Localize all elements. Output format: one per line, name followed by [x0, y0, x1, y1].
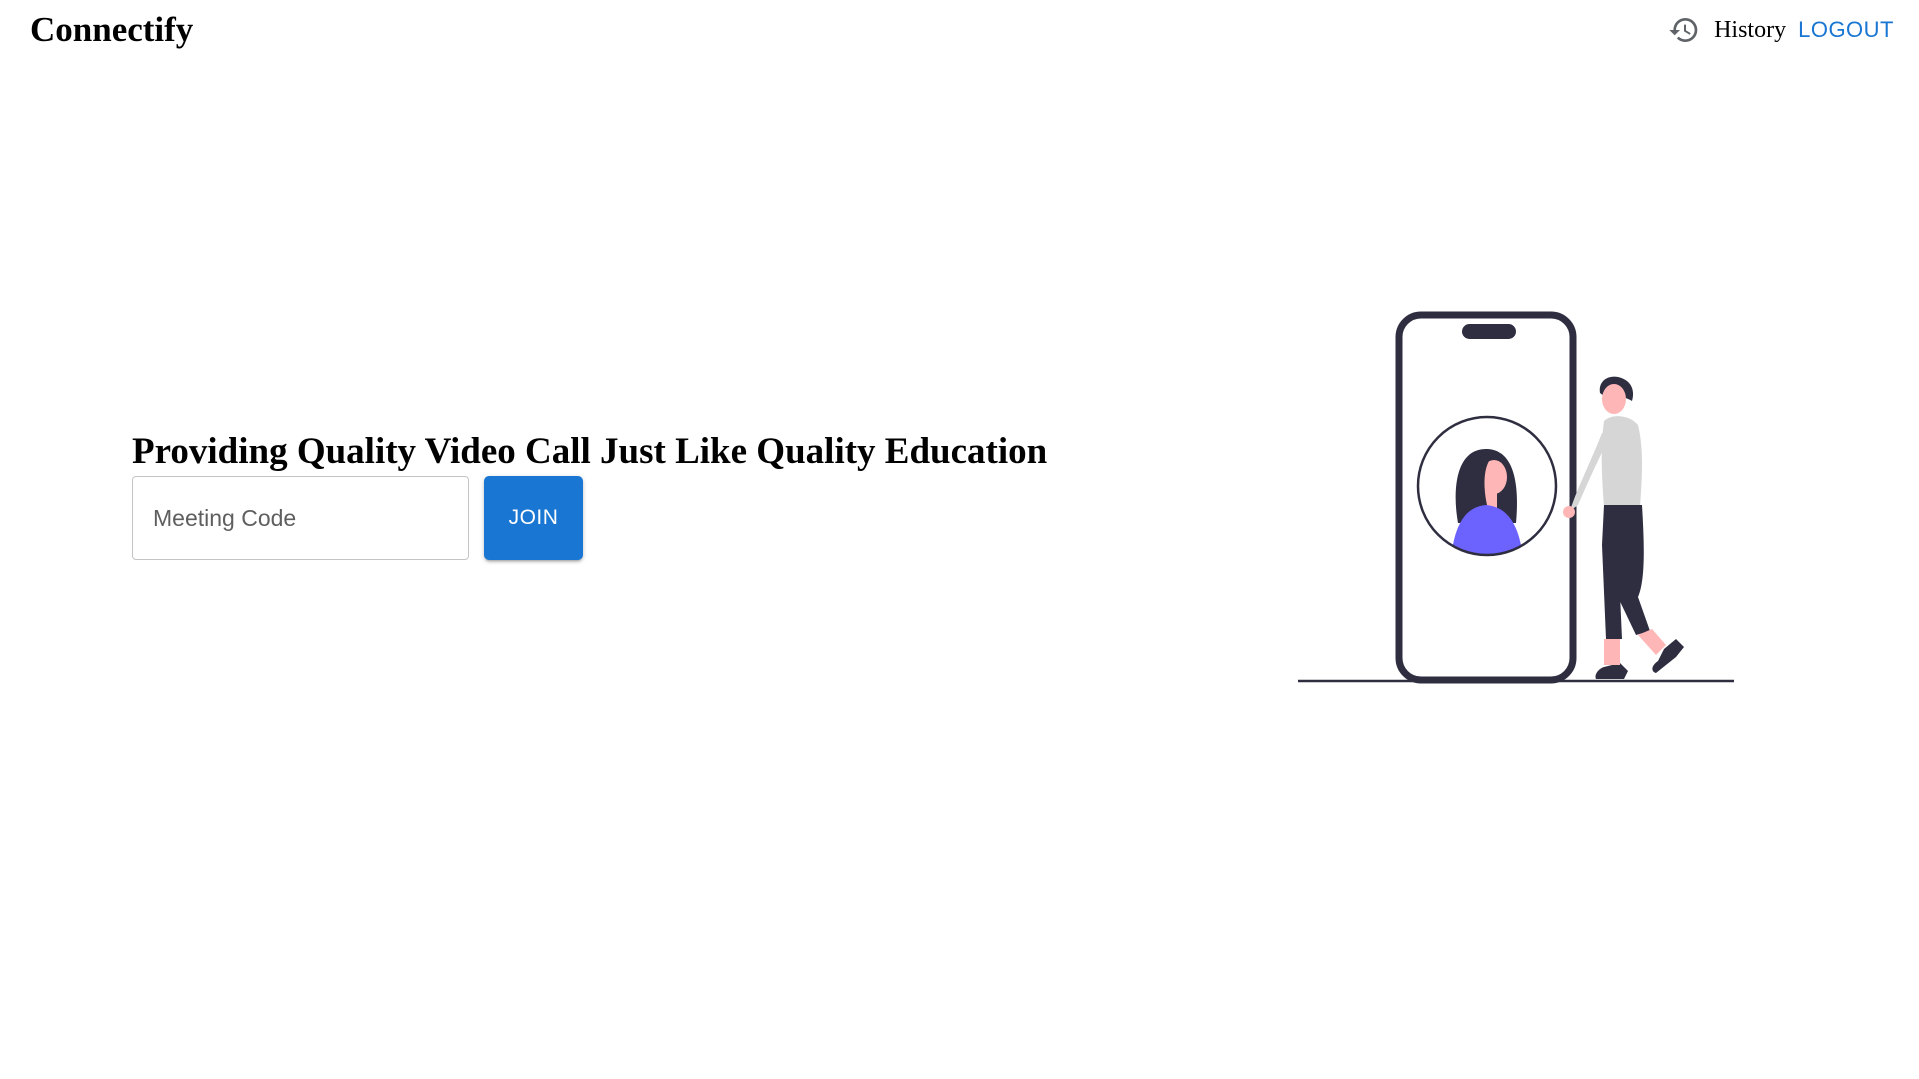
logout-button[interactable]: LOGOUT: [1798, 17, 1894, 43]
history-link[interactable]: History: [1666, 12, 1786, 48]
top-navbar: Connectify History LOGOUT: [0, 0, 1919, 62]
history-icon[interactable]: [1666, 12, 1702, 48]
brand-logo-text: Connectify: [30, 10, 194, 49]
meeting-code-input[interactable]: [132, 476, 469, 560]
join-meeting-form: JOIN: [132, 476, 583, 560]
history-label[interactable]: History: [1714, 17, 1786, 44]
nav-actions: History LOGOUT: [1666, 12, 1894, 48]
video-call-illustration: [1298, 309, 1734, 687]
hero-title: Providing Quality Video Call Just Like Q…: [132, 431, 1048, 472]
person-icon: [1563, 376, 1684, 679]
join-button[interactable]: JOIN: [484, 476, 583, 560]
